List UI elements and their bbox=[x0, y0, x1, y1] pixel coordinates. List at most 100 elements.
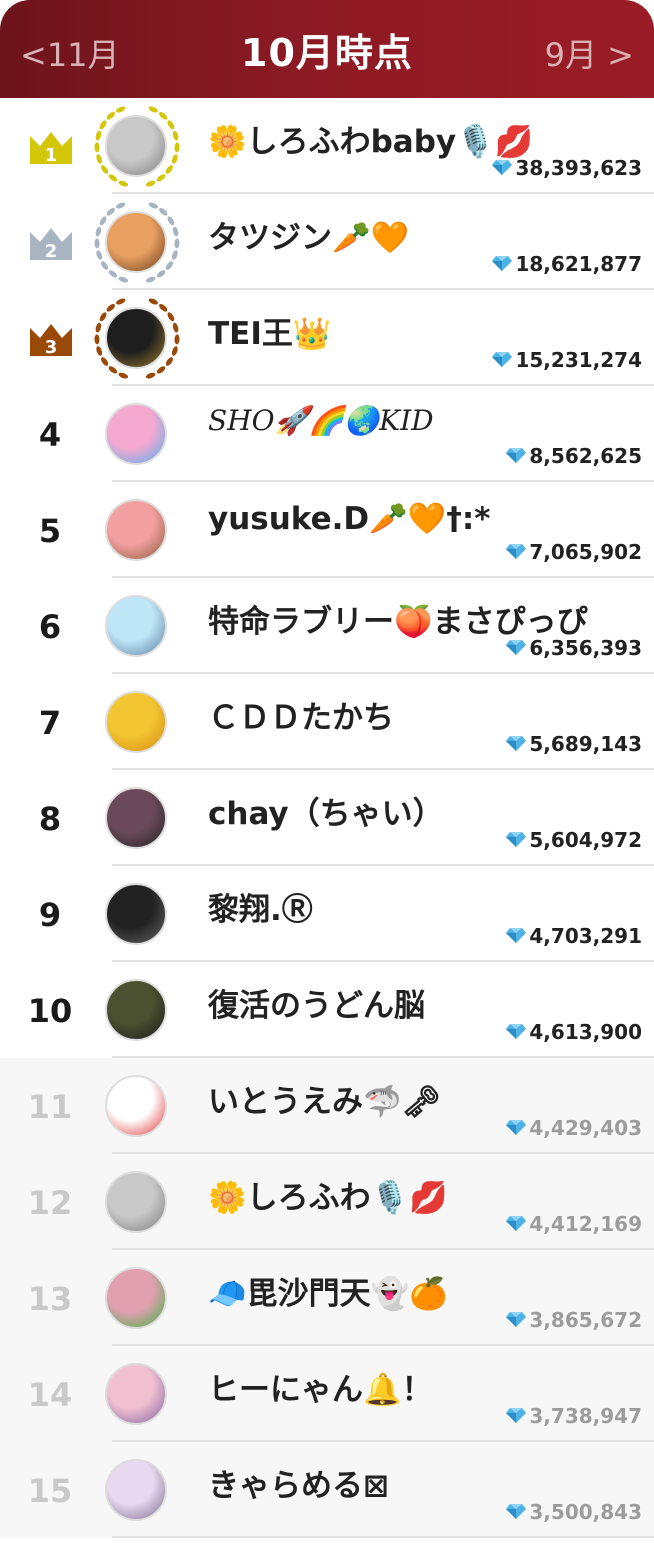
avatar bbox=[105, 307, 167, 369]
avatar bbox=[105, 883, 167, 945]
user-name: SHO🚀🌈🌏KID bbox=[208, 404, 434, 437]
ranking-row[interactable]: 13 🧢毘沙門天👻🍊 3,865,672 bbox=[0, 1250, 654, 1346]
diamond-icon bbox=[492, 156, 513, 180]
ranking-row[interactable]: 14 ヒーにゃん🔔！ 3,738,947 bbox=[0, 1346, 654, 1442]
score-value: 15,231,274 bbox=[515, 348, 642, 372]
score-value: 5,689,143 bbox=[529, 732, 642, 756]
avatar bbox=[105, 691, 167, 753]
svg-text:3: 3 bbox=[45, 337, 58, 358]
rank-number: 9 bbox=[38, 896, 62, 934]
avatar-wrapper[interactable] bbox=[102, 1456, 170, 1524]
svg-text:1: 1 bbox=[45, 145, 58, 166]
ranking-row[interactable]: 8 chay（ちゃい） 5,604,972 bbox=[0, 770, 654, 866]
point-score: 4,613,900 bbox=[506, 1020, 642, 1044]
point-score: 5,689,143 bbox=[506, 732, 642, 756]
avatar bbox=[105, 979, 167, 1041]
score-value: 4,613,900 bbox=[529, 1020, 642, 1044]
crown-icon: 3 bbox=[28, 320, 74, 358]
avatar-wrapper[interactable] bbox=[102, 880, 170, 948]
crown-icon: 2 bbox=[28, 224, 74, 262]
point-score: 15,231,274 bbox=[492, 348, 642, 372]
rank-number: 8 bbox=[38, 800, 62, 838]
point-score: 3,738,947 bbox=[506, 1404, 642, 1428]
rank-number: 12 bbox=[27, 1184, 73, 1222]
ranking-row[interactable]: 3 TEI王👑 15,231,274 bbox=[0, 290, 654, 386]
point-score: 3,500,843 bbox=[506, 1500, 642, 1524]
rank-number: 4 bbox=[38, 416, 62, 454]
diamond-icon bbox=[492, 252, 513, 276]
ranking-row[interactable]: 1 🌼しろふわbaby🎙️💋 38,393,623 bbox=[0, 98, 654, 194]
ranking-row[interactable]: 5 yusuke.D🥕🧡†:* 7,065,902 bbox=[0, 482, 654, 578]
avatar bbox=[105, 1075, 167, 1137]
user-name: 黎翔.Ⓡ bbox=[208, 892, 313, 928]
avatar-wrapper[interactable] bbox=[94, 298, 180, 379]
avatar-wrapper[interactable] bbox=[102, 784, 170, 852]
avatar bbox=[105, 595, 167, 657]
user-name: きゃらめる⊠ bbox=[208, 1468, 389, 1504]
rank-number: 10 bbox=[27, 992, 73, 1030]
ranking-row[interactable]: 11 いとうえみ🦈🗝 4,429,403 bbox=[0, 1058, 654, 1154]
ranking-row[interactable]: 4 SHO🚀🌈🌏KID 8,562,625 bbox=[0, 386, 654, 482]
diamond-icon bbox=[506, 1020, 527, 1044]
user-name: 🌼しろふわbaby🎙️💋 bbox=[208, 124, 534, 160]
rank-number: 5 bbox=[38, 512, 62, 550]
svg-text:2: 2 bbox=[45, 241, 58, 262]
user-name: 復活のうどん脳 bbox=[208, 988, 425, 1024]
diamond-icon bbox=[506, 732, 527, 756]
avatar bbox=[105, 1267, 167, 1329]
avatar-wrapper[interactable] bbox=[102, 688, 170, 756]
avatar bbox=[105, 115, 167, 177]
user-name: yusuke.D🥕🧡†:* bbox=[208, 501, 491, 537]
row-divider bbox=[112, 1536, 654, 1538]
score-value: 4,429,403 bbox=[529, 1116, 642, 1140]
point-score: 4,429,403 bbox=[506, 1116, 642, 1140]
diamond-icon bbox=[506, 1500, 527, 1524]
rank-number: 13 bbox=[27, 1280, 73, 1318]
user-name: 特命ラブリー🍑まさぴっぴ bbox=[208, 604, 588, 640]
ranking-list: 1 🌼しろふわbaby🎙️💋 38,393,623 2 タツジン🥕🧡 18,62… bbox=[0, 98, 654, 1538]
avatar-wrapper[interactable] bbox=[102, 400, 170, 468]
point-score: 6,356,393 bbox=[506, 636, 642, 660]
avatar-wrapper[interactable] bbox=[94, 202, 180, 283]
rank-number: 15 bbox=[27, 1472, 73, 1510]
rank-number: 7 bbox=[38, 704, 62, 742]
avatar-wrapper[interactable] bbox=[102, 1072, 170, 1140]
ranking-row[interactable]: 10 復活のうどん脳 4,613,900 bbox=[0, 962, 654, 1058]
avatar-wrapper[interactable] bbox=[102, 496, 170, 564]
score-value: 5,604,972 bbox=[529, 828, 642, 852]
diamond-icon bbox=[506, 1308, 527, 1332]
score-value: 3,500,843 bbox=[529, 1500, 642, 1524]
point-score: 4,703,291 bbox=[506, 924, 642, 948]
score-value: 18,621,877 bbox=[515, 252, 642, 276]
score-value: 4,703,291 bbox=[529, 924, 642, 948]
avatar-wrapper[interactable] bbox=[102, 1360, 170, 1428]
avatar-wrapper[interactable] bbox=[102, 592, 170, 660]
avatar-wrapper[interactable] bbox=[102, 1168, 170, 1236]
rank-number: 11 bbox=[27, 1088, 73, 1126]
ranking-header: <11月 10月時点 9月 > bbox=[0, 0, 654, 98]
avatar-wrapper[interactable] bbox=[94, 106, 180, 187]
user-name: ＣＤＤたかち bbox=[208, 700, 394, 736]
ranking-row[interactable]: 2 タツジン🥕🧡 18,621,877 bbox=[0, 194, 654, 290]
user-name: いとうえみ🦈🗝 bbox=[208, 1084, 441, 1120]
score-value: 38,393,623 bbox=[515, 156, 642, 180]
score-value: 8,562,625 bbox=[529, 444, 642, 468]
ranking-row[interactable]: 7 ＣＤＤたかち 5,689,143 bbox=[0, 674, 654, 770]
next-month-link[interactable]: 9月 > bbox=[545, 30, 634, 76]
avatar-wrapper[interactable] bbox=[102, 1264, 170, 1332]
ranking-row[interactable]: 12 🌼しろふわ🎙️💋 4,412,169 bbox=[0, 1154, 654, 1250]
user-name: タツジン🥕🧡 bbox=[208, 220, 410, 256]
diamond-icon bbox=[506, 1116, 527, 1140]
point-score: 5,604,972 bbox=[506, 828, 642, 852]
point-score: 7,065,902 bbox=[506, 540, 642, 564]
score-value: 7,065,902 bbox=[529, 540, 642, 564]
point-score: 4,412,169 bbox=[506, 1212, 642, 1236]
avatar-wrapper[interactable] bbox=[102, 976, 170, 1044]
point-score: 3,865,672 bbox=[506, 1308, 642, 1332]
ranking-row[interactable]: 6 特命ラブリー🍑まさぴっぴ 6,356,393 bbox=[0, 578, 654, 674]
avatar bbox=[105, 499, 167, 561]
diamond-icon bbox=[506, 828, 527, 852]
user-name: ヒーにゃん🔔！ bbox=[208, 1372, 433, 1408]
ranking-row[interactable]: 15 きゃらめる⊠ 3,500,843 bbox=[0, 1442, 654, 1538]
ranking-row[interactable]: 9 黎翔.Ⓡ 4,703,291 bbox=[0, 866, 654, 962]
